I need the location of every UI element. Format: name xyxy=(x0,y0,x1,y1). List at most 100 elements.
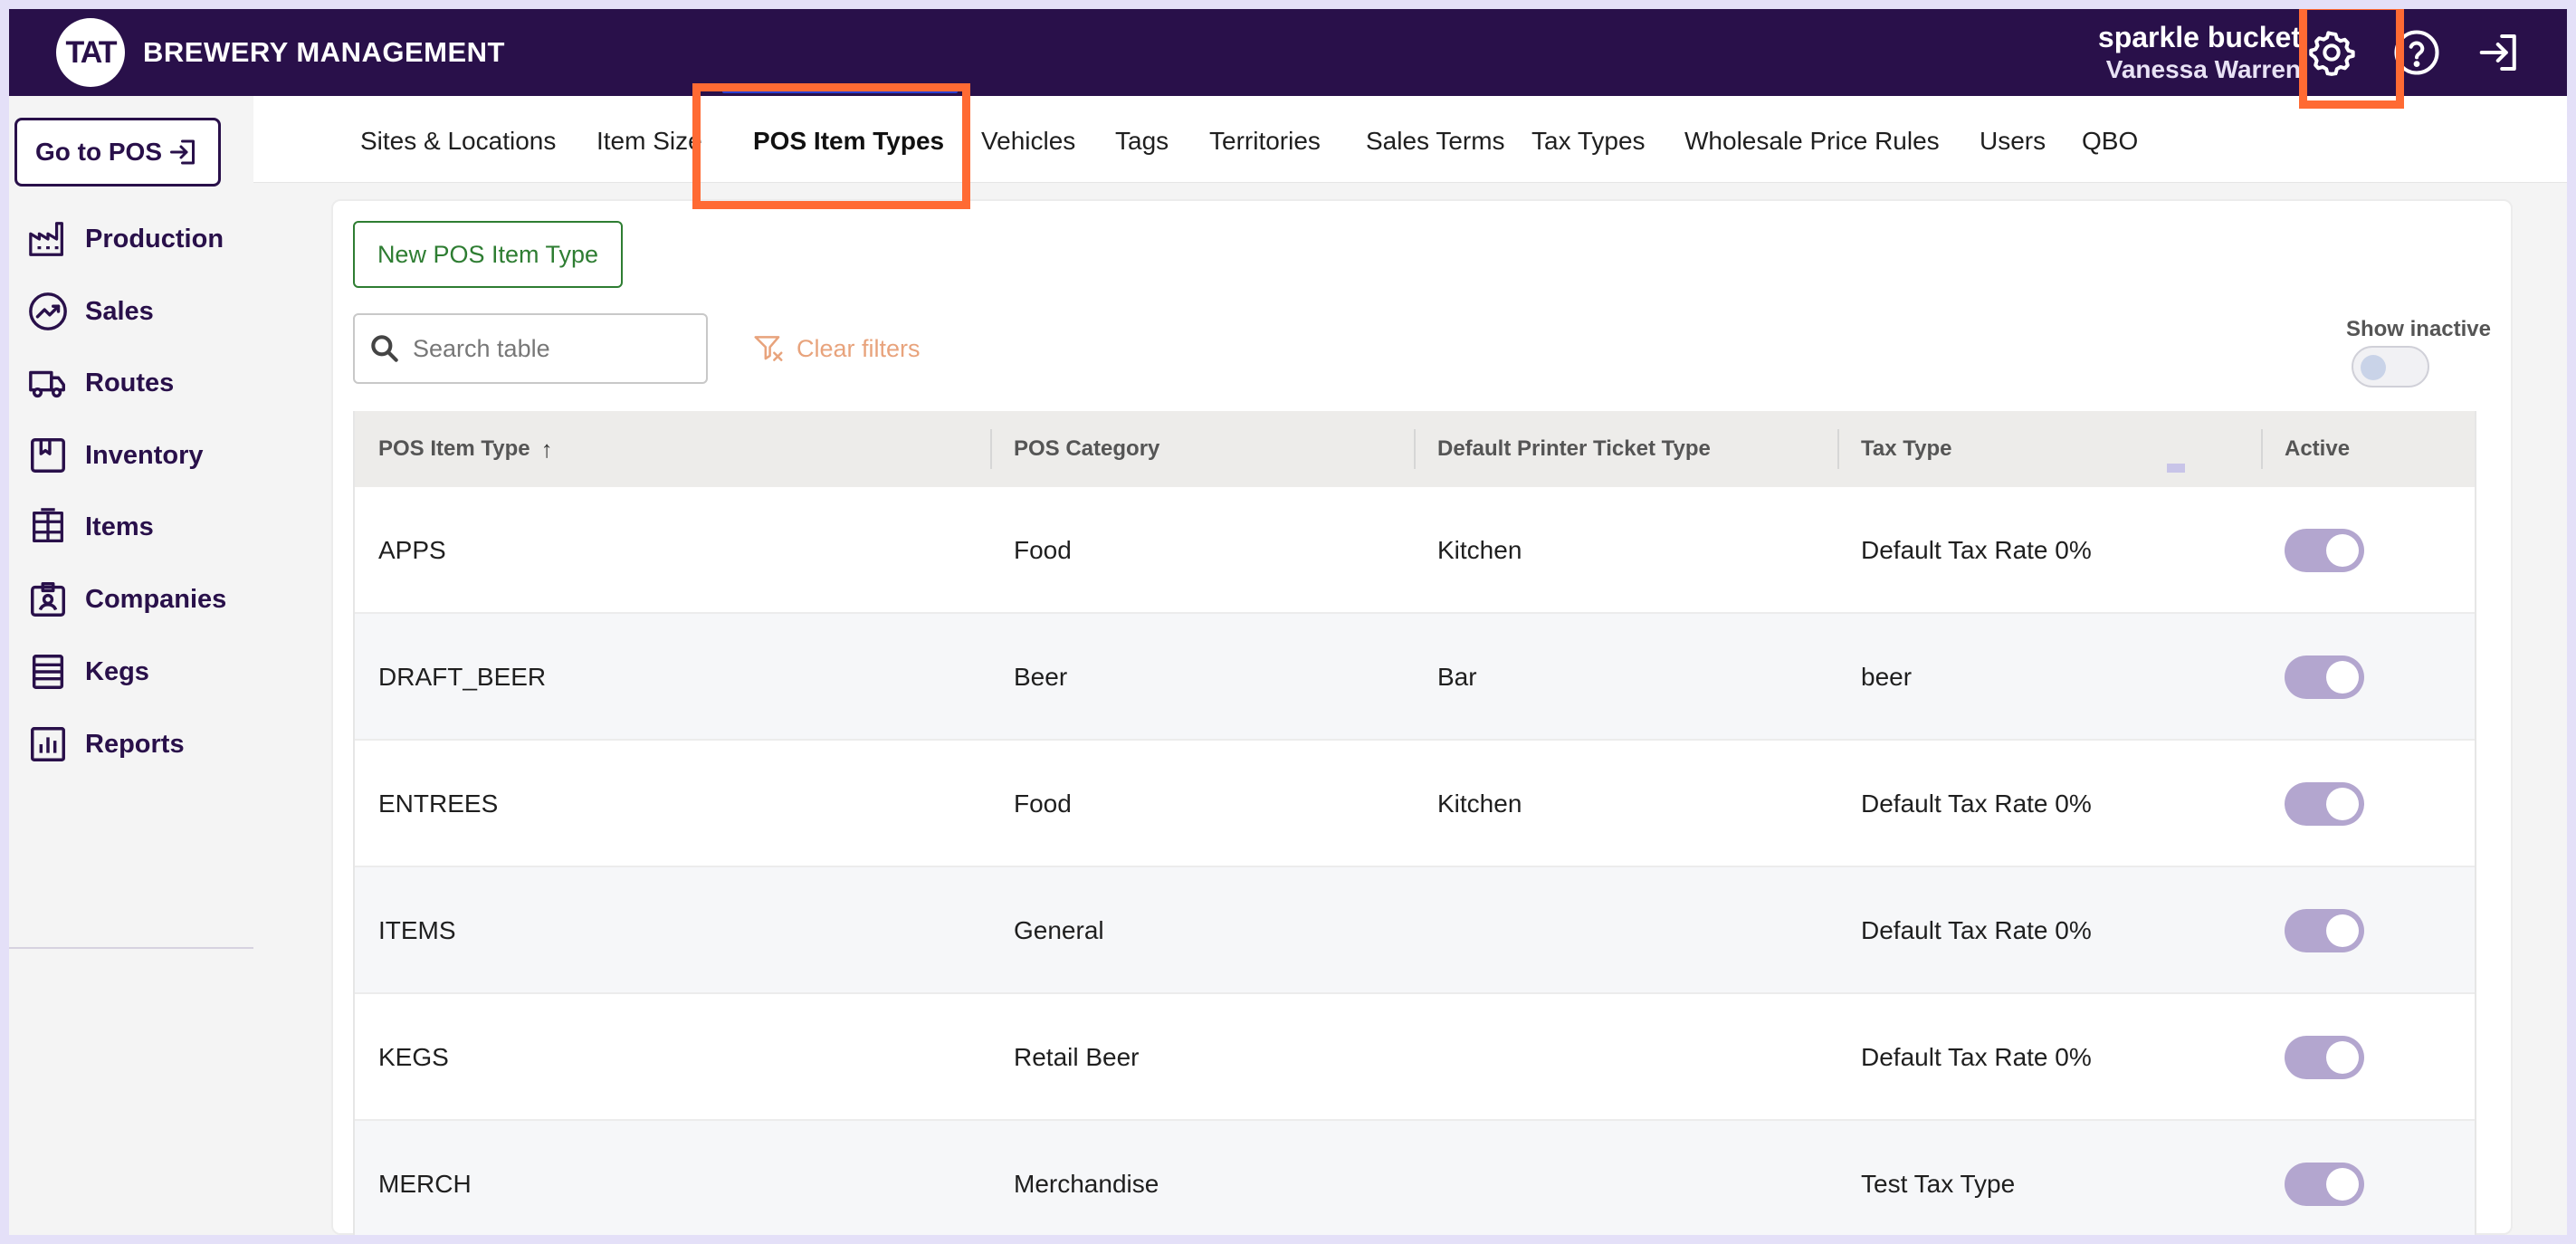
sidebar-item-label: Kegs xyxy=(85,656,149,686)
logout-icon xyxy=(2479,33,2516,72)
truck-icon xyxy=(29,370,65,398)
cell-tax-type: beer xyxy=(1861,663,1913,691)
sidebar-item-inventory[interactable]: Inventory xyxy=(27,428,204,483)
help-icon xyxy=(2394,30,2439,75)
sidebar-item-production[interactable]: Production xyxy=(27,212,224,266)
go-to-pos-label: Go to POS xyxy=(35,138,162,166)
column-resize-handle[interactable] xyxy=(2167,464,2185,473)
active-toggle[interactable] xyxy=(2285,529,2364,572)
cell-pos-category: Beer xyxy=(1014,663,1068,691)
cell-pos-item-type: ENTREES xyxy=(378,789,499,818)
brand-logo[interactable]: TAT xyxy=(56,18,125,87)
search-input[interactable] xyxy=(413,334,702,363)
bar-chart-icon xyxy=(31,727,65,761)
settings-tabs: Sites & Locations Item Size POS Item Typ… xyxy=(253,96,2567,183)
tab-wholesale-price-rules[interactable]: Wholesale Price Rules xyxy=(1684,127,1940,156)
sidebar-divider xyxy=(9,947,253,949)
cell-pos-category: General xyxy=(1014,916,1104,944)
sidebar-item-kegs[interactable]: Kegs xyxy=(27,645,149,699)
table-row[interactable]: ITEMS General Default Tax Rate 0% xyxy=(355,867,2475,994)
table-row[interactable]: APPS Food Kitchen Default Tax Rate 0% xyxy=(355,487,2475,614)
table-row[interactable]: DRAFT_BEER Beer Bar beer xyxy=(355,614,2475,741)
toggle-knob xyxy=(2326,914,2359,947)
tab-sales-terms[interactable]: Sales Terms xyxy=(1366,127,1505,156)
barrel-icon xyxy=(33,508,63,542)
column-header-active[interactable]: Active xyxy=(2261,411,2475,487)
cell-pos-item-type: DRAFT_BEER xyxy=(378,663,547,691)
tab-users[interactable]: Users xyxy=(1980,127,2046,156)
tab-tags[interactable]: Tags xyxy=(1115,127,1169,156)
tab-qbo[interactable]: QBO xyxy=(2082,127,2138,156)
enter-icon xyxy=(170,139,195,165)
cell-tax-type: Default Tax Rate 0% xyxy=(1861,536,2092,564)
sidebar-item-label: Items xyxy=(85,512,154,541)
cell-tax-type: Default Tax Rate 0% xyxy=(1861,1043,2092,1071)
filter-clear-icon xyxy=(754,336,783,361)
logo-text: TAT xyxy=(65,34,117,70)
column-header-default-printer-ticket-type[interactable]: Default Printer Ticket Type xyxy=(1414,411,1837,487)
sidebar: Go to POS Production Sales Routes Invent… xyxy=(9,96,253,1235)
sidebar-item-routes[interactable]: Routes xyxy=(27,356,174,410)
toggle-knob xyxy=(2326,1041,2359,1074)
sidebar-item-label: Routes xyxy=(85,368,175,397)
factory-icon xyxy=(29,222,63,256)
company-name: sparkle bucket xyxy=(2097,21,2301,53)
table-row[interactable]: MERCH Merchandise Test Tax Type xyxy=(355,1121,2475,1235)
go-to-pos-button[interactable]: Go to POS xyxy=(14,118,221,187)
search-icon xyxy=(371,335,398,362)
sidebar-item-reports[interactable]: Reports xyxy=(27,717,185,771)
new-pos-item-type-button[interactable]: New POS Item Type xyxy=(353,221,623,288)
table-row[interactable]: ENTREES Food Kitchen Default Tax Rate 0% xyxy=(355,741,2475,867)
sidebar-item-label: Production xyxy=(85,224,224,254)
settings-button[interactable] xyxy=(2301,22,2362,83)
cell-tax-type: Default Tax Rate 0% xyxy=(1861,789,2092,818)
logout-button[interactable] xyxy=(2469,22,2531,83)
toggle-knob xyxy=(2326,788,2359,820)
tab-tax-types[interactable]: Tax Types xyxy=(1531,127,1646,156)
sidebar-item-items[interactable]: Items xyxy=(27,500,154,554)
sidebar-item-label: Reports xyxy=(85,729,185,759)
contact-badge-icon xyxy=(31,582,65,617)
cell-pos-category: Food xyxy=(1014,536,1072,564)
active-toggle[interactable] xyxy=(2285,782,2364,826)
cell-pos-item-type: KEGS xyxy=(378,1043,449,1071)
column-header-tax-type[interactable]: Tax Type xyxy=(1837,411,2261,487)
cell-tax-type: Test Tax Type xyxy=(1861,1170,2016,1198)
column-header-label: POS Item Type xyxy=(378,436,530,461)
top-header: TAT BREWERY MANAGEMENT sparkle bucket Va… xyxy=(9,9,2567,96)
clear-filters-button[interactable]: Clear filters xyxy=(751,331,921,366)
cell-printer-ticket-type: Kitchen xyxy=(1437,536,1522,564)
active-toggle[interactable] xyxy=(2285,655,2364,699)
sidebar-item-label: Companies xyxy=(85,584,227,614)
toggle-knob xyxy=(2361,355,2386,380)
tab-item-size[interactable]: Item Size xyxy=(596,127,702,156)
column-header-pos-category[interactable]: POS Category xyxy=(990,411,1414,487)
help-button[interactable] xyxy=(2386,22,2447,83)
cell-pos-item-type: MERCH xyxy=(378,1170,472,1198)
show-inactive-label: Show inactive xyxy=(2345,317,2491,341)
tab-territories[interactable]: Territories xyxy=(1209,127,1321,156)
search-field[interactable] xyxy=(353,313,708,384)
column-header-pos-item-type[interactable]: POS Item Type ↑ xyxy=(355,411,990,487)
cell-pos-category: Retail Beer xyxy=(1014,1043,1140,1071)
app-title: BREWERY MANAGEMENT xyxy=(143,36,505,68)
cell-pos-category: Merchandise xyxy=(1014,1170,1159,1198)
active-toggle[interactable] xyxy=(2285,1163,2364,1206)
keg-icon xyxy=(32,655,64,689)
content-card: New POS Item Type Clear filters Show ina… xyxy=(331,199,2513,1235)
active-toggle[interactable] xyxy=(2285,909,2364,952)
active-toggle[interactable] xyxy=(2285,1036,2364,1079)
pos-item-types-table: POS Item Type ↑ POS Category Default Pri… xyxy=(353,411,2476,1235)
sidebar-item-companies[interactable]: Companies xyxy=(27,572,226,627)
tab-vehicles[interactable]: Vehicles xyxy=(981,127,1075,156)
user-info[interactable]: sparkle bucket Vanessa Warren xyxy=(2098,20,2301,85)
bookmark-box-icon xyxy=(31,438,65,473)
trending-up-icon xyxy=(29,292,67,330)
toggle-knob xyxy=(2326,1168,2359,1201)
sort-ascending-icon[interactable]: ↑ xyxy=(541,435,553,464)
table-row[interactable]: KEGS Retail Beer Default Tax Rate 0% xyxy=(355,994,2475,1121)
sidebar-item-sales[interactable]: Sales xyxy=(27,284,154,339)
tab-sites-locations[interactable]: Sites & Locations xyxy=(360,127,556,156)
tab-pos-item-types[interactable]: POS Item Types xyxy=(753,127,944,156)
show-inactive-toggle[interactable] xyxy=(2352,346,2429,388)
